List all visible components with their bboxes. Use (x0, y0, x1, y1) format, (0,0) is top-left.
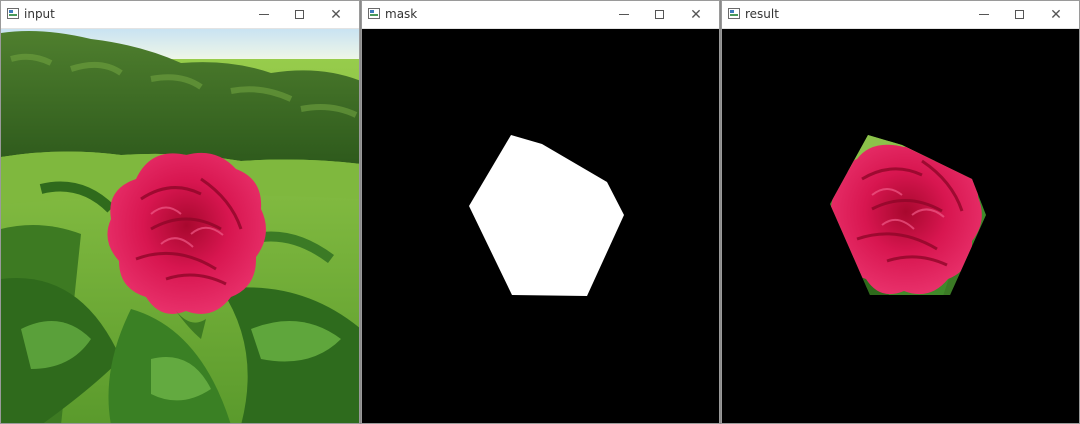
title-bar[interactable]: input ✕ (1, 1, 359, 29)
minimize-icon (979, 14, 989, 15)
window-title: input (24, 7, 55, 21)
image-canvas (362, 29, 719, 423)
maximize-button[interactable] (644, 4, 674, 25)
close-button[interactable]: ✕ (681, 4, 711, 25)
maximize-icon (654, 10, 664, 19)
window-mask[interactable]: mask ✕ (361, 0, 720, 424)
window-input[interactable]: input ✕ (0, 0, 360, 424)
maximize-button[interactable] (1004, 4, 1034, 25)
image-canvas (722, 29, 1079, 423)
minimize-icon (259, 14, 269, 15)
close-icon: ✕ (1050, 6, 1062, 23)
app-icon (368, 8, 380, 19)
app-icon (728, 8, 740, 19)
mask-image (362, 29, 719, 423)
close-button[interactable]: ✕ (1041, 4, 1071, 25)
maximize-icon (294, 10, 304, 19)
result-image (722, 29, 1079, 423)
minimize-button[interactable] (609, 4, 639, 25)
window-title: result (745, 7, 779, 21)
app-icon (7, 8, 19, 19)
window-title: mask (385, 7, 418, 21)
title-bar[interactable]: result ✕ (722, 1, 1079, 29)
image-canvas (1, 29, 359, 423)
minimize-button[interactable] (249, 4, 279, 25)
maximize-button[interactable] (284, 4, 314, 25)
input-image (1, 29, 359, 423)
minimize-icon (619, 14, 629, 15)
title-bar[interactable]: mask ✕ (362, 1, 719, 29)
close-icon: ✕ (330, 6, 342, 23)
minimize-button[interactable] (969, 4, 999, 25)
close-button[interactable]: ✕ (321, 4, 351, 25)
window-result[interactable]: result ✕ (721, 0, 1080, 424)
close-icon: ✕ (690, 6, 702, 23)
maximize-icon (1014, 10, 1024, 19)
